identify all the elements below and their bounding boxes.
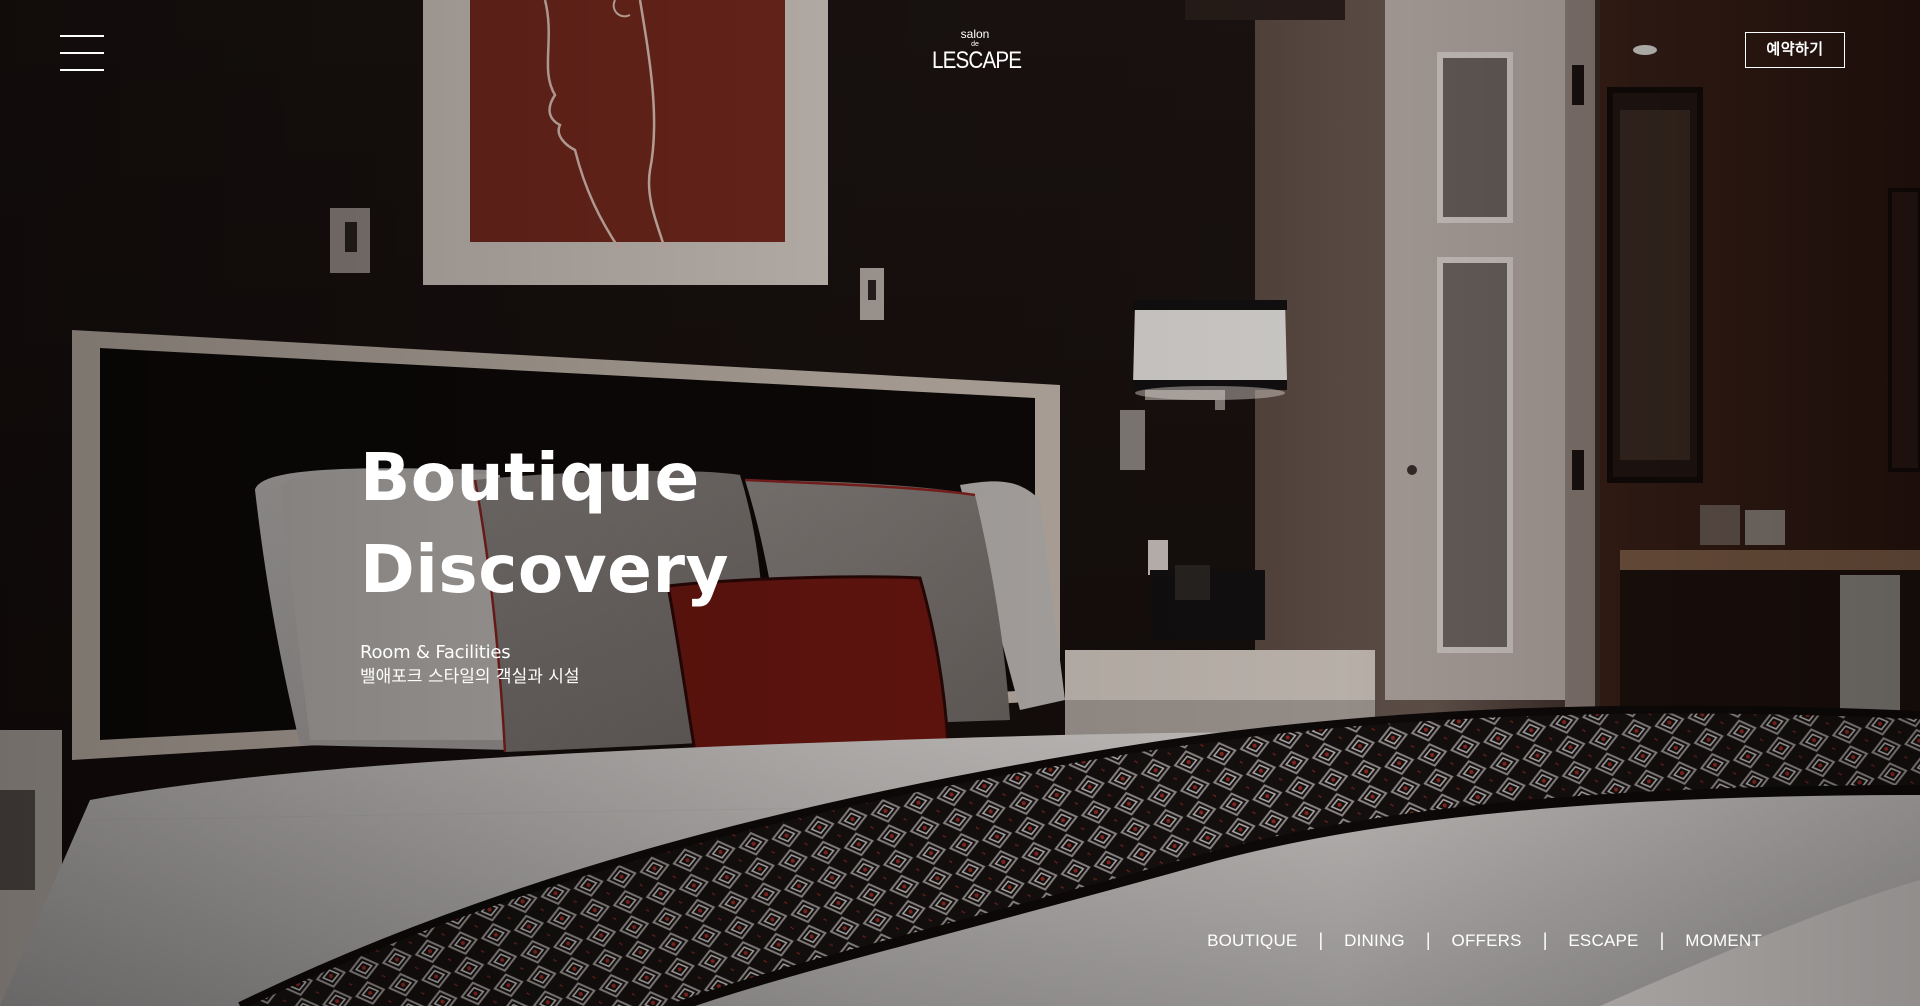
menu-bar-bottom xyxy=(60,69,104,71)
hero-subtitle: Room & Facilities 밸애포크 스타일의 객실과 시설 xyxy=(360,640,580,688)
nav-separator: | xyxy=(1425,930,1431,950)
hamburger-menu-button[interactable] xyxy=(58,33,106,75)
hero-title: Boutique Discovery xyxy=(360,432,729,616)
nav-item-boutique[interactable]: BOUTIQUE xyxy=(1207,931,1297,951)
hero-subtitle-ko: 밸애포크 스타일의 객실과 시설 xyxy=(360,667,580,687)
nav-item-escape[interactable]: ESCAPE xyxy=(1568,931,1638,951)
nav-item-offers[interactable]: OFFERS xyxy=(1452,931,1522,951)
hero-dark-overlay xyxy=(0,0,1920,1006)
logo-top-text: salon xyxy=(960,27,990,41)
nav-item-dining[interactable]: DINING xyxy=(1344,931,1405,951)
site-logo[interactable]: salon de LESCAPE xyxy=(925,28,1025,78)
hero-section: salon de LESCAPE 예약하기 Boutique Discovery… xyxy=(0,0,1920,1006)
nav-separator: | xyxy=(1659,930,1665,950)
nav-separator: | xyxy=(1542,930,1548,950)
nav-separator: | xyxy=(1318,930,1324,950)
menu-bar-middle xyxy=(60,52,104,54)
logo-main-text: LESCAPE xyxy=(932,47,1022,74)
nav-item-moment[interactable]: MOMENT xyxy=(1685,931,1762,951)
hero-title-line-1: Boutique xyxy=(360,439,700,516)
menu-bar-top xyxy=(60,35,104,37)
hero-title-line-2: Discovery xyxy=(360,531,730,608)
hero-subtitle-en: Room & Facilities xyxy=(360,642,511,663)
reserve-button[interactable]: 예약하기 xyxy=(1745,32,1845,68)
bottom-nav: BOUTIQUE | DINING | OFFERS | ESCAPE | MO… xyxy=(1207,930,1762,951)
